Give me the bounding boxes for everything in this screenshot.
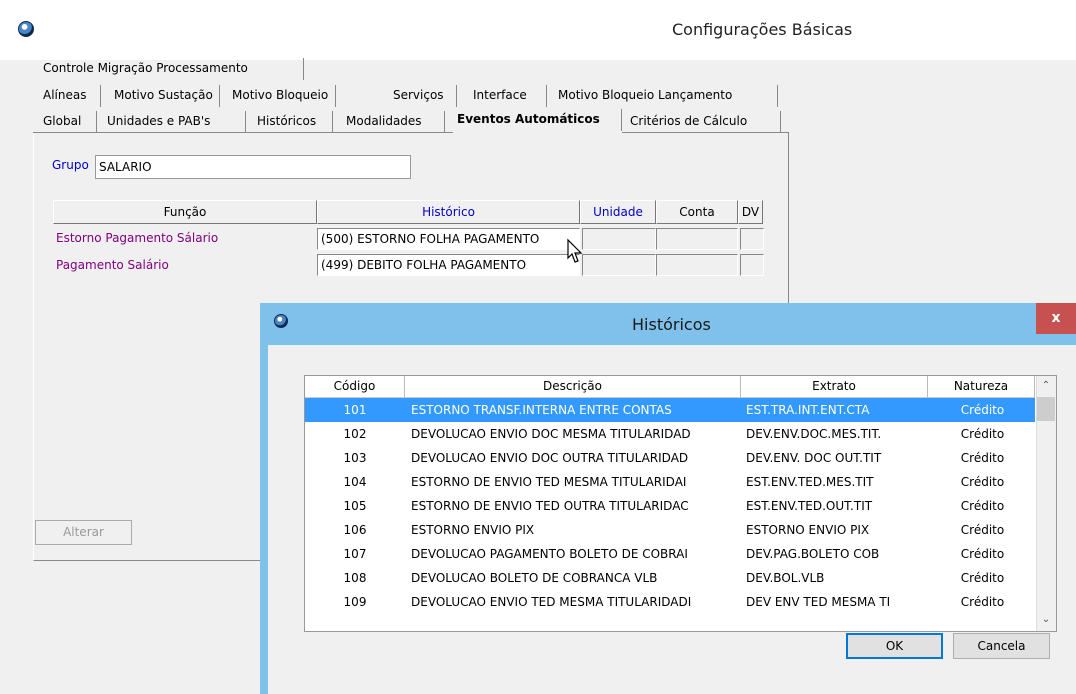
tab-motivo-bloqueio[interactable]: Motivo Bloqueio: [226, 85, 336, 107]
list-item-extrato: ESTORNO ENVIO PIX: [746, 523, 870, 537]
list-item-descricao: ESTORNO DE ENVIO TED MESMA TITULARIDAI: [411, 475, 687, 489]
list-item-codigo: 106: [343, 523, 367, 537]
window-title: Configurações Básicas: [672, 20, 853, 39]
grid-row-2-unidade[interactable]: [582, 254, 656, 276]
list-item[interactable]: 103 DEVOLUCAO ENVIO DOC OUTRA TITULARIDAD…: [305, 446, 1035, 470]
dialog-logo-icon: [274, 314, 288, 328]
tab-motivo-bloqueio-lancamento[interactable]: Motivo Bloqueio Lançamento: [552, 85, 778, 107]
list-item-natureza: Crédito: [960, 427, 1005, 441]
list-item-descricao: ESTORNO ENVIO PIX: [411, 523, 535, 537]
column-header-codigo[interactable]: Código: [305, 376, 405, 398]
scrollbar-thumb[interactable]: [1037, 397, 1055, 421]
tab-controle-migracao[interactable]: Controle Migração Processamento: [37, 58, 304, 80]
list-item-extrato: DEV.ENV. DOC OUT.TIT: [746, 451, 882, 465]
grid-row-2-funcao: Pagamento Salário: [56, 258, 169, 272]
list-item-extrato: EST.ENV.TED.MES.TIT: [746, 475, 874, 489]
list-item-descricao: ESTORNO DE ENVIO TED OUTRA TITULARIDAC: [411, 499, 689, 513]
close-button[interactable]: x: [1036, 303, 1076, 334]
list-item-natureza: Crédito: [960, 523, 1005, 537]
grupo-input[interactable]: SALARIO: [95, 155, 411, 179]
grid-row-2-historico[interactable]: (499) DEBITO FOLHA PAGAMENTO: [317, 254, 580, 276]
grid-row-1-conta[interactable]: [656, 228, 738, 250]
tab-modalidades[interactable]: Modalidades: [340, 111, 445, 133]
grid-header-historico[interactable]: Histórico: [317, 200, 580, 224]
tab-servicos[interactable]: Serviços: [387, 85, 457, 107]
alterar-button[interactable]: Alterar: [35, 520, 132, 545]
list-item[interactable]: 106 ESTORNO ENVIO PIX ESTORNO ENVIO PIX Cré…: [305, 518, 1035, 542]
list-item[interactable]: 102 DEVOLUCAO ENVIO DOC MESMA TITULARIDAD…: [305, 422, 1035, 446]
list-item-codigo: 104: [343, 475, 367, 489]
list-item-natureza: Crédito: [960, 547, 1005, 561]
list-item-descricao: ESTORNO TRANSF.INTERNA ENTRE CONTAS: [411, 403, 672, 417]
grid-header-conta[interactable]: Conta: [656, 200, 738, 224]
list-item-codigo: 103: [343, 451, 367, 465]
column-header-extrato[interactable]: Extrato: [741, 376, 928, 398]
grid-header-dv[interactable]: DV: [738, 200, 763, 224]
grid-row-2-conta[interactable]: [656, 254, 738, 276]
list-item-extrato: DEV ENV TED MESMA TI: [746, 595, 891, 609]
grid-header-unidade[interactable]: Unidade: [580, 200, 656, 224]
list-item-codigo: 102: [343, 427, 367, 441]
list-item-extrato: EST.TRA.INT.ENT.CTA: [746, 403, 870, 417]
tab-criterios-calculo[interactable]: Critérios de Cálculo: [624, 111, 781, 133]
list-item[interactable]: 109 DEVOLUCAO ENVIO TED MESMA TITULARIDAD…: [305, 590, 1035, 614]
tab-interface[interactable]: Interface: [467, 85, 547, 107]
list-item[interactable]: 105 ESTORNO DE ENVIO TED OUTRA TITULARIDA…: [305, 494, 1035, 518]
scroll-up-icon[interactable]: ⌃: [1036, 376, 1056, 396]
main-titlebar: [0, 0, 1076, 60]
list-item-natureza: Crédito: [960, 571, 1005, 585]
tab-historicos[interactable]: Históricos: [251, 111, 333, 133]
list-item-extrato: DEV.BOL.VLB: [746, 571, 825, 585]
list-item-codigo: 107: [343, 547, 367, 561]
ok-button[interactable]: OK: [846, 633, 943, 659]
tab-unidades-pab[interactable]: Unidades e PAB's: [101, 111, 246, 133]
list-item[interactable]: 108 DEVOLUCAO BOLETO DE COBRANCA VLB DEV.B…: [305, 566, 1035, 590]
dialog-title: Históricos: [632, 315, 711, 334]
column-header-natureza[interactable]: Natureza: [928, 376, 1035, 398]
mouse-cursor-icon: [567, 238, 583, 263]
list-item-codigo: 101: [343, 403, 367, 417]
list-item-extrato: DEV.PAG.BOLETO COB: [746, 547, 880, 561]
list-item[interactable]: 107 DEVOLUCAO PAGAMENTO BOLETO DE COBRAI D…: [305, 542, 1035, 566]
list-item[interactable]: 101 ESTORNO TRANSF.INTERNA ENTRE CONTAS ES…: [305, 398, 1035, 422]
cancel-button[interactable]: Cancela: [953, 633, 1050, 659]
list-item-descricao: DEVOLUCAO ENVIO TED MESMA TITULARIDADI: [411, 595, 692, 609]
list-item[interactable]: 104 ESTORNO DE ENVIO TED MESMA TITULARIDA…: [305, 470, 1035, 494]
list-item-extrato: EST.ENV.TED.OUT.TIT: [746, 499, 873, 513]
grid-row-2-dv[interactable]: [740, 254, 764, 276]
list-item-natureza: Crédito: [960, 451, 1005, 465]
grid-row-1-funcao: Estorno Pagamento Sálario: [56, 231, 219, 245]
tab-global[interactable]: Global: [37, 111, 97, 133]
grid-row-1-historico[interactable]: (500) ESTORNO FOLHA PAGAMENTO: [317, 228, 580, 250]
grupo-label: Grupo: [52, 158, 89, 172]
grid-row-1-dv[interactable]: [740, 228, 764, 250]
list-item-descricao: DEVOLUCAO ENVIO DOC OUTRA TITULARIDAD: [411, 451, 689, 465]
list-item-natureza: Crédito: [960, 499, 1005, 513]
app-logo-icon: [18, 21, 34, 37]
grid-header-funcao[interactable]: Função: [53, 200, 317, 224]
list-item-natureza: Crédito: [960, 595, 1005, 609]
grid-row-1-unidade[interactable]: [582, 228, 656, 250]
list-item-codigo: 105: [343, 499, 367, 513]
tab-eventos-automaticos[interactable]: Eventos Automáticos: [452, 109, 622, 131]
list-item-extrato: DEV.ENV.DOC.MES.TIT.: [746, 427, 882, 441]
list-item-codigo: 109: [343, 595, 367, 609]
list-item-natureza: Crédito: [960, 475, 1005, 489]
list-item-descricao: DEVOLUCAO ENVIO DOC MESMA TITULARIDAD: [411, 427, 691, 441]
list-item-natureza: Crédito: [960, 403, 1005, 417]
list-item-descricao: DEVOLUCAO PAGAMENTO BOLETO DE COBRAI: [411, 547, 688, 561]
tab-motivo-sustacao[interactable]: Motivo Sustação: [108, 85, 220, 107]
column-header-descricao[interactable]: Descrição: [405, 376, 741, 398]
scroll-down-icon[interactable]: ⌄: [1036, 610, 1056, 630]
list-item-descricao: DEVOLUCAO BOLETO DE COBRANCA VLB: [411, 571, 658, 585]
tab-alineas[interactable]: Alíneas: [37, 85, 101, 107]
list-item-codigo: 108: [343, 571, 367, 585]
